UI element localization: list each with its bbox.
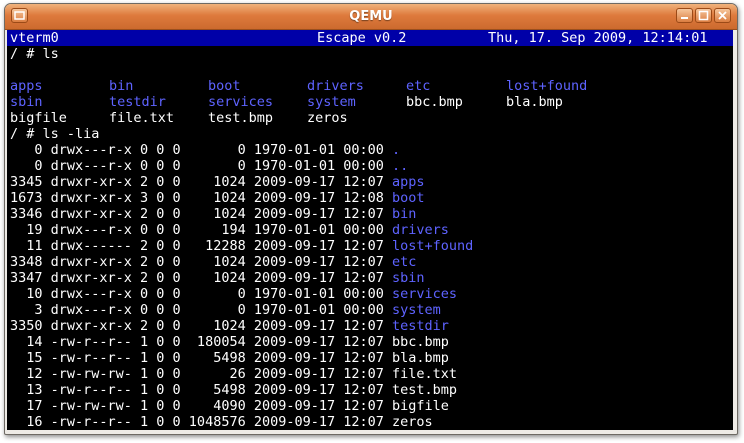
listing-row: 3347 drwxr-xr-x 2 0 0 1024 2009-09-17 12… (10, 270, 425, 286)
listing-name: sbin (392, 270, 425, 286)
ls-entry: bigfile (10, 110, 67, 126)
ls-entry: drivers (307, 78, 364, 94)
status-version: Escape v0.2 (317, 30, 407, 46)
listing-name: services (392, 286, 458, 302)
ls-entry: bin (109, 78, 134, 94)
listing-row: 17 -rw-rw-rw- 1 0 0 4090 2009-09-17 12:0… (10, 398, 449, 414)
listing-meta: 12 -rw-rw-rw- 1 0 0 26 2009-09-17 12:07 (10, 366, 393, 382)
listing-row: 1673 drwxr-xr-x 3 0 0 1024 2009-09-17 12… (10, 190, 425, 206)
listing-meta: 11 drwx------ 2 0 0 12288 2009-09-17 12:… (10, 238, 393, 254)
listing-row: 15 -rw-r--r-- 1 0 0 5498 2009-09-17 12:0… (10, 350, 449, 366)
listing-row: 13 -rw-r--r-- 1 0 0 5498 2009-09-17 12:0… (10, 382, 457, 398)
listing-meta: 15 -rw-r--r-- 1 0 0 5498 2009-09-17 12:0… (10, 350, 393, 366)
listing-meta: 3 drwx---r-x 0 0 0 0 1970-01-01 00:00 (10, 302, 393, 318)
listing-row: 3350 drwxr-xr-x 2 0 0 1024 2009-09-17 12… (10, 318, 449, 334)
command-line-ls-lia: / # ls -lia (10, 126, 100, 142)
command-line-ls: / # ls (10, 46, 59, 62)
listing-name: bla.bmp (392, 350, 449, 366)
listing-row: 3348 drwxr-xr-x 2 0 0 1024 2009-09-17 12… (10, 254, 416, 270)
listing-meta: 3348 drwxr-xr-x 2 0 0 1024 2009-09-17 12… (10, 254, 393, 270)
listing-name: system (392, 302, 441, 318)
listing-name: bbc.bmp (392, 334, 449, 350)
listing-meta: 3347 drwxr-xr-x 2 0 0 1024 2009-09-17 12… (10, 270, 393, 286)
status-datetime: Thu, 17. Sep 2009, 12:14:01 (488, 30, 708, 46)
listing-row: 3345 drwxr-xr-x 2 0 0 1024 2009-09-17 12… (10, 174, 425, 190)
listing-meta: 0 drwx---r-x 0 0 0 0 1970-01-01 00:00 (10, 142, 393, 158)
window-title: QEMU (349, 9, 393, 24)
ls-entry: zeros (307, 110, 348, 126)
ls-entry: system (307, 94, 356, 110)
ls-entry: services (208, 94, 274, 110)
listing-name: etc (392, 254, 417, 270)
listing-row: 12 -rw-rw-rw- 1 0 0 26 2009-09-17 12:07 … (10, 366, 457, 382)
listing-meta: 3346 drwxr-xr-x 2 0 0 1024 2009-09-17 12… (10, 206, 393, 222)
listing-meta: 0 drwx---r-x 0 0 0 0 1970-01-01 00:00 (10, 158, 393, 174)
ls-entry: bla.bmp (506, 94, 563, 110)
ls-entry: sbin (10, 94, 43, 110)
status-vterm: vterm0 (10, 30, 59, 46)
listing-meta: 10 drwx---r-x 0 0 0 0 1970-01-01 00:00 (10, 286, 393, 302)
listing-name: file.txt (392, 366, 458, 382)
listing-name: bigfile (392, 398, 449, 414)
listing-name: bin (392, 206, 417, 222)
maximize-button[interactable] (695, 8, 712, 23)
ls-entry: bbc.bmp (406, 94, 463, 110)
listing-meta: 13 -rw-r--r-- 1 0 0 5498 2009-09-17 12:0… (10, 382, 393, 398)
maximize-icon (698, 10, 709, 21)
ls-entry: etc (406, 78, 431, 94)
qemu-window: QEMU vterm0 Escape v0.2 Thu, 17. Sep 200… (4, 3, 738, 435)
ls-entry: lost+found (506, 78, 588, 94)
listing-meta: 17 -rw-rw-rw- 1 0 0 4090 2009-09-17 12:0… (10, 398, 393, 414)
listing-name: test.bmp (392, 382, 458, 398)
minimize-button[interactable] (676, 8, 693, 23)
listing-row: 0 drwx---r-x 0 0 0 0 1970-01-01 00:00 .. (10, 158, 408, 174)
listing-row: 3 drwx---r-x 0 0 0 0 1970-01-01 00:00 sy… (10, 302, 441, 318)
listing-name: apps (392, 174, 425, 190)
listing-name: zeros (392, 414, 433, 430)
close-icon (718, 11, 727, 20)
listing-meta: 14 -rw-r--r-- 1 0 0 180054 2009-09-17 12… (10, 334, 393, 350)
listing-row: 11 drwx------ 2 0 0 12288 2009-09-17 12:… (10, 238, 473, 254)
listing-row: 19 drwx---r-x 0 0 0 194 1970-01-01 00:00… (10, 222, 449, 238)
ls-entry: apps (10, 78, 43, 94)
ls-entry: test.bmp (208, 110, 274, 126)
listing-name: boot (392, 190, 425, 206)
terminal-screen[interactable]: vterm0 Escape v0.2 Thu, 17. Sep 2009, 12… (7, 30, 733, 430)
ls-entry: testdir (109, 94, 166, 110)
minimize-icon (681, 17, 688, 19)
listing-meta: 19 drwx---r-x 0 0 0 194 1970-01-01 00:00 (10, 222, 393, 238)
listing-row: 14 -rw-r--r-- 1 0 0 180054 2009-09-17 12… (10, 334, 449, 350)
close-button[interactable] (714, 8, 731, 23)
listing-meta: 1673 drwxr-xr-x 3 0 0 1024 2009-09-17 12… (10, 190, 393, 206)
listing-row: 0 drwx---r-x 0 0 0 0 1970-01-01 00:00 . (10, 142, 400, 158)
listing-name: drivers (392, 222, 449, 238)
ls-entry: boot (208, 78, 241, 94)
listing-row: 10 drwx---r-x 0 0 0 0 1970-01-01 00:00 s… (10, 286, 457, 302)
status-bar: vterm0 Escape v0.2 Thu, 17. Sep 2009, 12… (7, 30, 733, 46)
listing-name: testdir (392, 318, 449, 334)
listing-name: . (392, 142, 401, 158)
listing-name: .. (392, 158, 409, 174)
ls-entry: file.txt (109, 110, 175, 126)
listing-meta: 3345 drwxr-xr-x 2 0 0 1024 2009-09-17 12… (10, 174, 393, 190)
listing-meta: 16 -rw-r--r-- 1 0 0 1048576 2009-09-17 1… (10, 414, 393, 430)
listing-meta: 3350 drwxr-xr-x 2 0 0 1024 2009-09-17 12… (10, 318, 393, 334)
listing-row: 3346 drwxr-xr-x 2 0 0 1024 2009-09-17 12… (10, 206, 416, 222)
listing-row: 16 -rw-r--r-- 1 0 0 1048576 2009-09-17 1… (10, 414, 433, 430)
title-bar[interactable]: QEMU (5, 4, 737, 30)
listing-name: lost+found (392, 238, 474, 254)
